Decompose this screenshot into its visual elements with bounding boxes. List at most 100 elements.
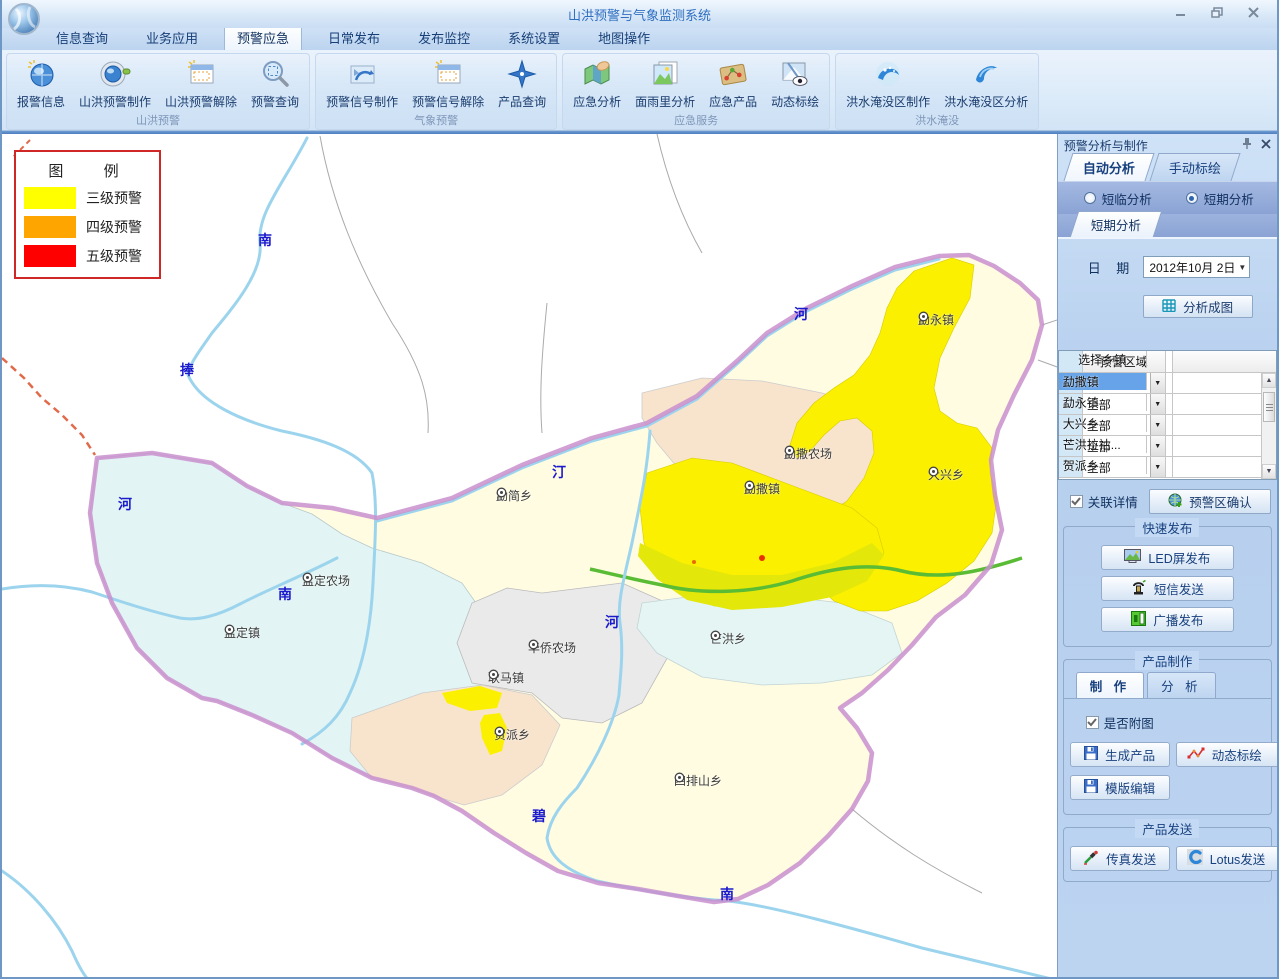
menu-tab-info-query[interactable]: 信息查询 xyxy=(44,25,120,50)
township-cell[interactable]: 勐撒镇 xyxy=(1059,373,1147,390)
township-cell[interactable]: 贺派乡 xyxy=(1059,457,1147,474)
chevron-down-icon[interactable]: ▼ xyxy=(1150,436,1165,456)
restore-button[interactable] xyxy=(1207,4,1227,20)
signal-cancel-icon xyxy=(432,58,464,90)
river-label: 河 xyxy=(118,494,132,514)
menu-tab-business[interactable]: 业务应用 xyxy=(134,25,210,50)
analyze-to-map-button[interactable]: 分析成图 xyxy=(1143,295,1253,318)
date-row: 日 期 2012年10月 2日 ▼ xyxy=(1088,256,1277,278)
template-edit-button[interactable]: 模版编辑 xyxy=(1070,775,1170,800)
led-publish-button[interactable]: LED屏发布 xyxy=(1101,545,1234,570)
panel-tab-strip: 自动分析 手动标绘 xyxy=(1058,154,1277,181)
analysis-mode-radios: 短临分析 短期分析 xyxy=(1058,181,1277,214)
panel-header: 预警分析与制作 xyxy=(1058,134,1277,154)
dynamic-plot-panel-button[interactable]: 动态标绘 xyxy=(1176,742,1277,767)
chevron-down-icon[interactable]: ▼ xyxy=(1150,373,1165,393)
column-header-township: 选择乡镇 xyxy=(1059,351,1147,368)
sms-send-button[interactable]: 短信发送 xyxy=(1101,576,1234,601)
legend-item: 三级预警 xyxy=(24,187,151,209)
radio-icon xyxy=(1084,192,1096,204)
table-row[interactable]: ▶ 勐撒镇 全部▼ xyxy=(1059,373,1261,394)
town-label: 大兴乡 xyxy=(928,466,964,483)
scroll-up-icon[interactable]: ▲ xyxy=(1262,373,1276,388)
table-row[interactable]: 贺派乡 全部▼ xyxy=(1059,457,1261,478)
panel-close-icon[interactable] xyxy=(1261,136,1271,154)
township-cell[interactable]: 大兴乡 xyxy=(1059,415,1147,432)
flood-warning-make-icon xyxy=(99,58,131,90)
chevron-down-icon[interactable]: ▼ xyxy=(1150,394,1165,414)
tab-auto-analysis[interactable]: 自动分析 xyxy=(1063,153,1154,181)
menu-tab-system-settings[interactable]: 系统设置 xyxy=(496,25,572,50)
map-canvas[interactable]: 图 例 三级预警 四级预警 五级预警 勐永镇 勐撒农场 大兴乡 勐撒镇 勐简 xyxy=(2,134,1057,979)
ribbon-group-mountain-flood: 报警信息 山洪预警制作 山洪预警解除 预警查询 xyxy=(6,53,310,130)
flood-warning-make-button[interactable]: 山洪预警制作 xyxy=(72,55,158,111)
lotus-c-icon xyxy=(1187,849,1203,868)
warning-query-button[interactable]: 预警查询 xyxy=(244,55,306,111)
radio-shortterm-nowcast[interactable]: 短临分析 xyxy=(1084,189,1152,208)
radio-shortterm-forecast[interactable]: 短期分析 xyxy=(1186,189,1254,208)
scroll-down-icon[interactable]: ▼ xyxy=(1262,464,1276,479)
river-label: 南 xyxy=(720,884,734,904)
related-detail-checkbox[interactable] xyxy=(1070,495,1083,508)
menu-tab-map-operation[interactable]: 地图操作 xyxy=(586,25,662,50)
dynamic-plot-button[interactable]: 动态标绘 xyxy=(764,55,826,111)
town-label: 四排山乡 xyxy=(674,772,722,789)
floppy-disk-icon xyxy=(1084,779,1098,796)
product-query-button[interactable]: 产品查询 xyxy=(491,55,553,111)
township-cell[interactable]: 芒洪拉祜... xyxy=(1059,436,1147,453)
signal-make-button[interactable]: 预警信号制作 xyxy=(319,55,405,111)
date-label: 日 期 xyxy=(1088,258,1136,277)
signal-cancel-button[interactable]: 预警信号解除 xyxy=(405,55,491,111)
panel-title: 预警分析与制作 xyxy=(1064,137,1242,154)
table-scrollbar[interactable]: ▲ ▼ xyxy=(1261,373,1276,479)
menu-bar: 信息查询 业务应用 预警应急 日常发布 发布监控 系统设置 地图操作 xyxy=(2,28,1277,51)
close-button[interactable] xyxy=(1243,4,1263,20)
ribbon-toolbar: 报警信息 山洪预警制作 山洪预警解除 预警查询 xyxy=(2,51,1277,131)
alarm-info-button[interactable]: 报警信息 xyxy=(10,55,72,111)
sign-network-icon xyxy=(717,58,749,90)
fax-send-button[interactable]: 传真发送 xyxy=(1070,846,1170,871)
generate-product-button[interactable]: 生成产品 xyxy=(1070,742,1170,767)
town-label: 芒洪乡 xyxy=(710,630,746,647)
tab-make[interactable]: 制 作 xyxy=(1076,672,1144,698)
app-globe-logo-icon xyxy=(6,1,42,37)
ribbon-group-caption: 气象预警 xyxy=(319,111,553,130)
quick-publish-title: 快速发布 xyxy=(1135,518,1199,537)
pin-icon[interactable] xyxy=(1242,136,1252,154)
flood-area-make-button[interactable]: 洪水淹没区制作 xyxy=(839,55,937,111)
scroll-corner xyxy=(1173,351,1188,372)
confirm-warning-area-button[interactable]: 预警区确认 xyxy=(1149,489,1271,514)
phone-icon xyxy=(1131,580,1147,598)
table-row[interactable]: 勐永镇 全部▼ xyxy=(1059,394,1261,415)
table-row[interactable]: 大兴乡 全部▼ xyxy=(1059,415,1261,436)
led-screen-icon xyxy=(1124,549,1141,566)
attach-map-checkbox[interactable] xyxy=(1086,716,1099,729)
flood-area-analysis-button[interactable]: 洪水淹没区分析 xyxy=(937,55,1035,111)
chevron-down-icon[interactable]: ▼ xyxy=(1150,457,1165,477)
warning-analysis-panel: 预警分析与制作 自动分析 手动标绘 短临分析 短期分析 短期分析 日 期 xyxy=(1057,134,1277,979)
township-cell[interactable]: 勐永镇 xyxy=(1059,394,1147,411)
table-row[interactable]: 芒洪拉祜... 全部▼ xyxy=(1059,436,1261,457)
minimize-button[interactable] xyxy=(1171,4,1191,20)
compass-icon xyxy=(506,58,538,90)
menu-tab-publish-monitor[interactable]: 发布监控 xyxy=(406,25,482,50)
flood-warning-cancel-button[interactable]: 山洪预警解除 xyxy=(158,55,244,111)
lotus-send-button[interactable]: Lotus发送 xyxy=(1176,846,1277,871)
rainfall-analysis-button[interactable]: 面雨里分析 xyxy=(628,55,702,111)
menu-tab-daily-publish[interactable]: 日常发布 xyxy=(316,25,392,50)
tab-manual-plot[interactable]: 手动标绘 xyxy=(1149,153,1240,181)
emergency-analysis-button[interactable]: 应急分析 xyxy=(566,55,628,111)
product-send-group: 产品发送 传真发送 Lotus发送 xyxy=(1063,827,1272,882)
legend-swatch-level5 xyxy=(24,245,76,267)
emergency-product-button[interactable]: 应急产品 xyxy=(702,55,764,111)
warning-query-magnifier-icon xyxy=(259,58,291,90)
radio-icon xyxy=(1186,192,1198,204)
date-dropdown[interactable]: 2012年10月 2日 ▼ xyxy=(1143,256,1250,278)
subtab-short-term[interactable]: 短期分析 xyxy=(1069,211,1161,237)
chevron-down-icon[interactable]: ▼ xyxy=(1150,415,1165,435)
related-detail-label: 关联详情 xyxy=(1088,492,1149,511)
scrollbar-thumb[interactable] xyxy=(1263,392,1275,422)
map-hand-icon xyxy=(581,58,613,90)
broadcast-publish-button[interactable]: 广播发布 xyxy=(1101,607,1234,632)
tab-analysis[interactable]: 分 析 xyxy=(1147,672,1215,698)
